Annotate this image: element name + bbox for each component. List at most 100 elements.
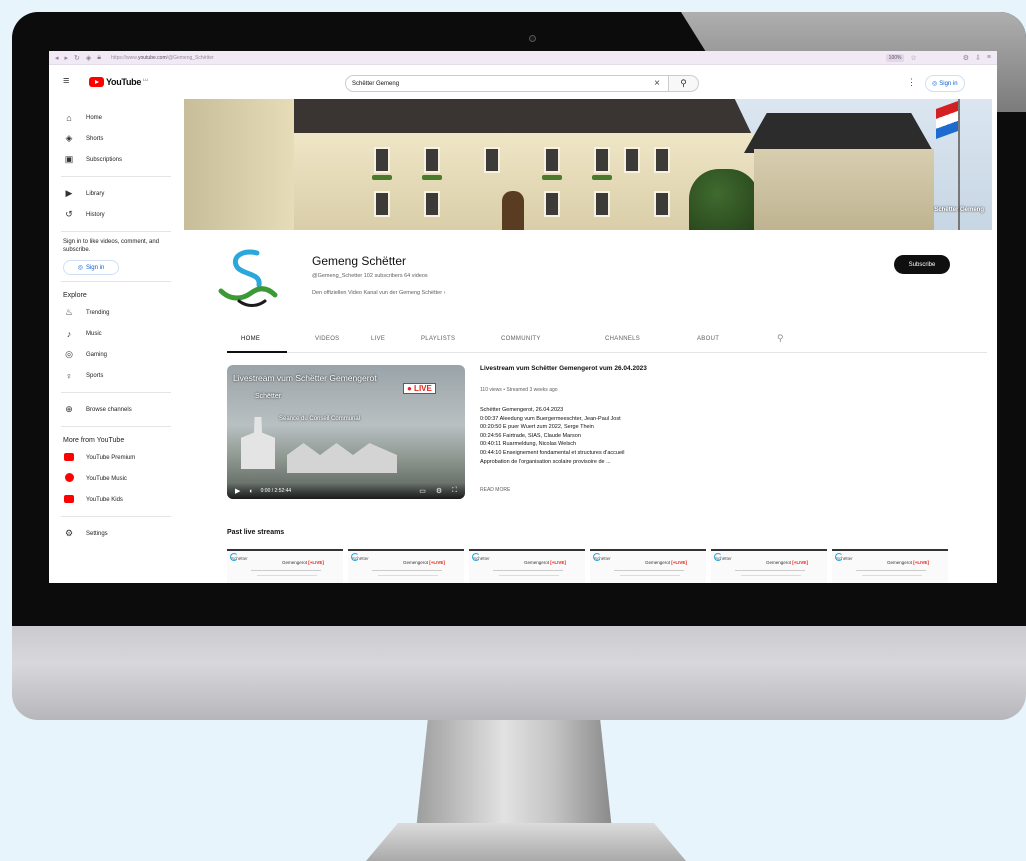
subtitles-icon[interactable]: ▭ bbox=[419, 487, 426, 495]
stream-card[interactable]: Schëtter Gemengerot [+LIVE] bbox=[348, 549, 464, 583]
read-more-link[interactable]: READ MORE bbox=[480, 487, 510, 493]
stream-title-text: Gemengerot bbox=[403, 560, 430, 565]
stream-title: Gemengerot [+LIVE] bbox=[887, 560, 929, 565]
sidebar-item-settings[interactable]: ⚙ Settings bbox=[49, 523, 184, 544]
tab-playlists[interactable]: PLAYLISTS bbox=[421, 336, 455, 342]
sidebar-item-label: YouTube Premium bbox=[86, 454, 136, 461]
music-icon: ♪ bbox=[66, 328, 72, 339]
sidebar-item-gaming[interactable]: ◎ Gaming bbox=[49, 344, 184, 365]
tab-about[interactable]: ABOUT bbox=[697, 336, 719, 342]
sidebar-item-music[interactable]: ♪ Music bbox=[49, 323, 184, 344]
play-icon[interactable]: ▶ bbox=[235, 487, 240, 495]
stream-title: Gemengerot [+LIVE] bbox=[524, 560, 566, 565]
account-icon: ◎ bbox=[77, 265, 83, 271]
featured-video-player[interactable]: Livestream vum Schëtter Gemengerot ● LIV… bbox=[227, 365, 465, 499]
stream-caption-line bbox=[493, 570, 563, 571]
history-icon: ↺ bbox=[65, 209, 73, 219]
stream-card[interactable]: Schëtter Gemengerot [+LIVE] bbox=[832, 549, 948, 583]
sidebar-divider bbox=[61, 281, 171, 282]
sidebar-sign-in-button[interactable]: ◎ Sign in bbox=[63, 260, 119, 275]
stream-title-text: Gemengerot bbox=[524, 560, 551, 565]
shield-icon[interactable]: ◈ bbox=[86, 54, 91, 62]
hamburger-menu-icon[interactable]: ≡ bbox=[63, 75, 69, 87]
sidebar-item-label: YouTube Kids bbox=[86, 496, 123, 503]
banner-window bbox=[594, 191, 610, 217]
featured-video-description: Schëtter Gemengerot, 26.04.2023 0:00:37 … bbox=[480, 406, 780, 466]
sidebar-item-label: Browse channels bbox=[86, 406, 132, 413]
stream-caption-line bbox=[257, 575, 317, 576]
address-bar[interactable]: https://www.youtube.com/@Gemeng_Schëtter bbox=[111, 55, 214, 61]
lock-icon[interactable]: 🔒︎ bbox=[97, 54, 101, 62]
stream-card[interactable]: Schëtter Gemengerot [+LIVE] bbox=[469, 549, 585, 583]
sidebar-item-sports[interactable]: ♀ Sports bbox=[49, 365, 184, 386]
sidebar-item-label: Gaming bbox=[86, 351, 108, 358]
sidebar-item-home[interactable]: ⌂ Home bbox=[49, 107, 184, 128]
channel-tabs: HOME VIDEOS LIVE PLAYLISTS COMMUNITY CHA… bbox=[227, 329, 987, 353]
more-options-icon[interactable]: ⋮ bbox=[907, 77, 916, 88]
tab-community[interactable]: COMMUNITY bbox=[501, 336, 541, 342]
tab-live[interactable]: LIVE bbox=[371, 336, 385, 342]
stream-logo: Schëtter bbox=[230, 553, 248, 561]
stream-title: Gemengerot [+LIVE] bbox=[766, 560, 808, 565]
stream-title-text: Gemengerot bbox=[766, 560, 793, 565]
sidebar-item-label: Subscriptions bbox=[86, 156, 123, 163]
browse-channels-icon: ⊕ bbox=[65, 404, 73, 414]
stream-logo: Schëtter bbox=[593, 553, 611, 561]
thumb-subtitle: Séance du Conseil Communal bbox=[279, 416, 361, 422]
channel-banner: Schëtter Gemeng bbox=[184, 99, 992, 230]
tab-channels[interactable]: CHANNELS bbox=[605, 336, 640, 342]
sidebar-item-youtube-kids[interactable]: YouTube Kids bbox=[49, 489, 184, 510]
stream-live-badge: [+LIVE] bbox=[792, 560, 808, 565]
tab-videos[interactable]: VIDEOS bbox=[315, 336, 339, 342]
player-controls: ▶ ◖ 0:00 / 2:52:44 ▭ ⚙ ⛶ bbox=[227, 483, 465, 499]
zoom-level[interactable]: 100% bbox=[885, 53, 905, 62]
stream-title-text: Gemengerot bbox=[282, 560, 309, 565]
search-input[interactable]: Schëtter Gemeng × bbox=[345, 75, 669, 92]
description-line: 00:20:50 E puer Wuert zum 2022, Serge Th… bbox=[480, 424, 594, 431]
banner-window bbox=[374, 191, 390, 217]
stream-caption-line bbox=[741, 575, 801, 576]
banner-window bbox=[424, 147, 440, 173]
downloads-icon[interactable]: ⇩ bbox=[975, 54, 981, 62]
player-time: 0:00 / 2:52:44 bbox=[260, 488, 292, 494]
sports-icon: ♀ bbox=[65, 370, 73, 381]
reload-icon[interactable]: ↻ bbox=[74, 54, 80, 62]
fullscreen-icon[interactable]: ⛶ bbox=[452, 487, 457, 495]
subscribe-button[interactable]: Subscribe bbox=[894, 255, 950, 274]
bookmark-star-icon[interactable]: ☆ bbox=[910, 54, 916, 62]
channel-avatar[interactable] bbox=[217, 247, 297, 309]
sidebar-item-subscriptions[interactable]: ▣ Subscriptions bbox=[49, 149, 184, 170]
sidebar-item-youtube-music[interactable]: YouTube Music bbox=[49, 468, 184, 489]
volume-icon[interactable]: ◖ bbox=[248, 488, 252, 495]
search-button[interactable]: ⚲ bbox=[669, 75, 699, 92]
stream-live-badge: [+LIVE] bbox=[308, 560, 324, 565]
channel-description[interactable]: Den offiziellen Video Kanal vun der Geme… bbox=[312, 290, 445, 296]
sidebar-item-browse-channels[interactable]: ⊕ Browse channels bbox=[49, 399, 184, 420]
sidebar-item-youtube-premium[interactable]: YouTube Premium bbox=[49, 447, 184, 468]
clear-search-icon[interactable]: × bbox=[654, 78, 660, 89]
monitor-stand-neck bbox=[416, 720, 612, 830]
banner-window bbox=[544, 147, 560, 173]
menu-icon[interactable]: ≡ bbox=[987, 54, 991, 61]
more-from-youtube-heading: More from YouTube bbox=[63, 437, 125, 444]
stream-card[interactable]: Schëtter Gemengerot [+LIVE] bbox=[227, 549, 343, 583]
stream-live-badge: [+LIVE] bbox=[429, 560, 445, 565]
featured-video-title[interactable]: Livestream vum Schëtter Gemengerot vum 2… bbox=[480, 365, 647, 372]
settings-icon[interactable]: ⚙ bbox=[436, 487, 442, 495]
sidebar-item-library[interactable]: ▶ Library bbox=[49, 183, 184, 204]
explore-heading: Explore bbox=[63, 292, 87, 299]
back-icon[interactable]: ◂ bbox=[55, 54, 59, 62]
channel-search-icon[interactable]: ⚲ bbox=[777, 333, 784, 344]
tab-home[interactable]: HOME bbox=[241, 336, 260, 342]
sidebar-item-shorts[interactable]: ◈ Shorts bbox=[49, 128, 184, 149]
extensions-icon[interactable]: ⚙ bbox=[963, 54, 969, 62]
stream-card[interactable]: Schëtter Gemengerot [+LIVE] bbox=[711, 549, 827, 583]
sign-in-button[interactable]: ◎ Sign in bbox=[925, 75, 965, 92]
settings-icon: ⚙ bbox=[64, 528, 74, 538]
youtube-logo[interactable]: YouTube LU bbox=[89, 77, 148, 87]
stream-caption-line bbox=[614, 570, 684, 571]
forward-icon[interactable]: ▸ bbox=[65, 54, 69, 62]
sidebar-item-history[interactable]: ↺ History bbox=[49, 204, 184, 225]
stream-card[interactable]: Schëtter Gemengerot [+LIVE] bbox=[590, 549, 706, 583]
sidebar-item-trending[interactable]: ♨ Trending bbox=[49, 302, 184, 323]
